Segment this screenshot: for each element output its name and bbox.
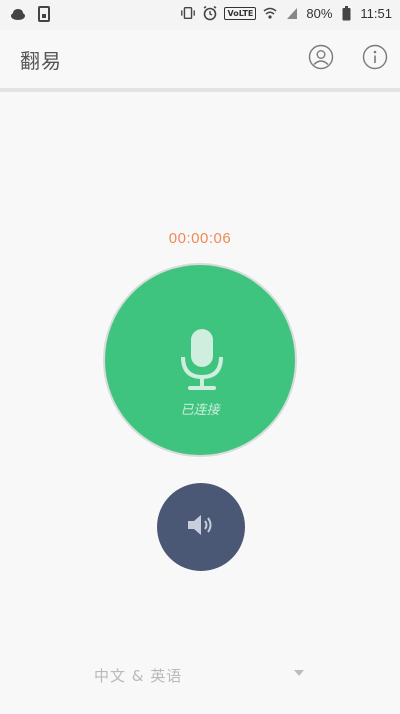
volte-icon: VoLTE xyxy=(224,6,257,20)
mic-status: 已连接 xyxy=(180,403,220,418)
dropdown-arrow-icon xyxy=(294,670,304,676)
appbar-divider xyxy=(0,88,400,92)
vibrate-icon xyxy=(180,5,196,21)
speaker-icon xyxy=(186,513,216,541)
wifi-icon xyxy=(262,5,278,21)
language-select[interactable]: 中文 & 英语 xyxy=(90,662,310,688)
clock: 11:51 xyxy=(360,5,392,21)
call-timer: 00:00:06 xyxy=(168,230,232,247)
sim-icon xyxy=(36,6,52,22)
mic-button[interactable]: 已连接 xyxy=(103,263,297,457)
language-label: 中文 & 英语 xyxy=(94,667,183,685)
info-icon xyxy=(362,44,388,74)
microphone-icon xyxy=(177,327,227,393)
status-left xyxy=(10,6,52,22)
battery-icon xyxy=(338,5,354,21)
app-title: 翻易 xyxy=(20,49,62,73)
alarm-icon xyxy=(202,5,218,21)
speaker-button[interactable] xyxy=(157,483,245,571)
app-bar: 翻易 xyxy=(0,30,400,88)
cloud-icon xyxy=(10,6,26,22)
status-bar: VoLTE 80% 11:51 xyxy=(0,0,400,30)
battery-level: 80% xyxy=(306,5,333,21)
profile-button[interactable] xyxy=(308,44,334,74)
info-button[interactable] xyxy=(362,44,388,74)
status-right: VoLTE 80% 11:51 xyxy=(180,5,392,21)
user-icon xyxy=(308,44,334,74)
signal-icon xyxy=(284,5,300,21)
